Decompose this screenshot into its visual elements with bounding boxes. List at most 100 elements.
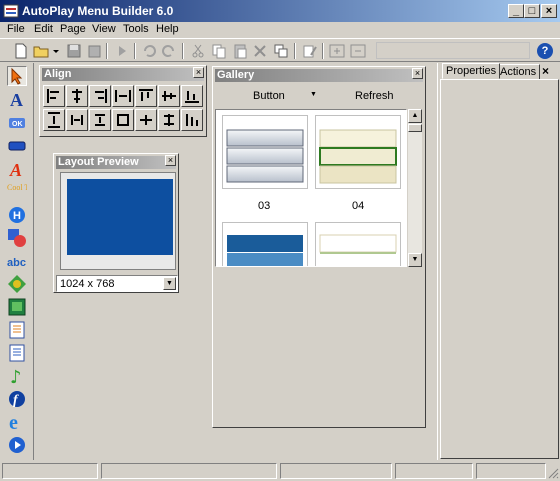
- title-bar: AutoPlay Menu Builder 6.0 _ □ ×: [0, 0, 560, 22]
- scroll-thumb[interactable]: [408, 124, 422, 132]
- align-top-icon[interactable]: [135, 85, 157, 107]
- list-icon[interactable]: [7, 343, 27, 363]
- pointer-arrow-icon[interactable]: [7, 66, 27, 86]
- align-panel: Align ×: [39, 65, 207, 137]
- help-icon[interactable]: ?: [537, 43, 553, 59]
- save-all-icon[interactable]: [86, 43, 102, 59]
- abc-text-icon[interactable]: abc: [7, 251, 27, 271]
- scroll-up-icon[interactable]: ▲: [408, 109, 422, 123]
- gallery-item-label: 03: [258, 200, 271, 212]
- align-center-horizontal-icon[interactable]: [66, 85, 88, 107]
- status-bar: [0, 461, 560, 481]
- flash-icon[interactable]: f: [7, 389, 27, 409]
- close-icon[interactable]: ×: [542, 64, 549, 78]
- undo-icon[interactable]: [141, 43, 157, 59]
- media-player-icon[interactable]: [7, 435, 27, 455]
- menu-tools[interactable]: Tools: [123, 23, 149, 35]
- svg-text:abc: abc: [7, 257, 26, 269]
- panel-title: Align: [42, 68, 204, 81]
- close-icon[interactable]: ×: [193, 67, 204, 78]
- gallery-scrollbar[interactable]: ▲ ▼: [408, 109, 422, 267]
- image-icon[interactable]: [7, 297, 27, 317]
- ok-button-icon[interactable]: OK: [7, 113, 27, 133]
- add-page-icon[interactable]: [329, 43, 345, 59]
- delete-icon[interactable]: [252, 43, 268, 59]
- resolution-select[interactable]: 1024 x 768 ▼: [56, 275, 178, 292]
- globe-icon[interactable]: [7, 274, 27, 294]
- document-icon[interactable]: [7, 320, 27, 340]
- same-height-icon[interactable]: [89, 109, 111, 131]
- copy-icon[interactable]: [211, 43, 227, 59]
- close-button[interactable]: ×: [541, 4, 557, 18]
- music-note-icon[interactable]: ♪: [7, 366, 27, 388]
- scroll-down-icon[interactable]: ▼: [408, 253, 422, 267]
- close-icon[interactable]: ×: [412, 68, 423, 79]
- layout-preview-panel: Layout Preview × 1024 x 768 ▼: [53, 153, 179, 293]
- svg-text:A: A: [10, 90, 23, 109]
- menu-help[interactable]: Help: [156, 23, 179, 35]
- same-width-icon[interactable]: [66, 109, 88, 131]
- align-left-icon[interactable]: [43, 85, 65, 107]
- new-file-icon[interactable]: [13, 43, 29, 59]
- stack-objects-icon[interactable]: [181, 109, 203, 131]
- preview-run-icon[interactable]: [114, 43, 130, 59]
- align-bottom-icon[interactable]: [181, 85, 203, 107]
- toolbar-page-field[interactable]: [376, 42, 530, 59]
- blue-bar-icon[interactable]: [7, 136, 27, 156]
- gallery-item[interactable]: [315, 115, 401, 189]
- resize-grip-icon[interactable]: [547, 467, 559, 479]
- open-folder-icon[interactable]: [33, 43, 49, 59]
- redo-icon[interactable]: [161, 43, 177, 59]
- styled-text-icon[interactable]: A: [7, 159, 27, 180]
- cut-icon[interactable]: [190, 43, 206, 59]
- align-right-icon[interactable]: [89, 85, 111, 107]
- panel-title: Gallery: [215, 69, 423, 82]
- chevron-down-icon[interactable]: ▼: [163, 277, 176, 290]
- menu-edit[interactable]: Edit: [34, 23, 53, 35]
- toolbar-separator: [322, 43, 324, 59]
- center-page-horizontal-icon[interactable]: [135, 109, 157, 131]
- chevron-down-icon[interactable]: ▼: [310, 91, 317, 98]
- menu-file[interactable]: File: [7, 23, 25, 35]
- svg-text:A: A: [9, 160, 22, 179]
- tab-properties[interactable]: Properties: [442, 63, 501, 79]
- menu-page[interactable]: Page: [60, 23, 86, 35]
- gallery-item[interactable]: [222, 115, 308, 189]
- save-icon[interactable]: [66, 43, 82, 59]
- center-page-vertical-icon[interactable]: [158, 109, 180, 131]
- align-middle-icon[interactable]: [158, 85, 180, 107]
- space-evenly-vertical-icon[interactable]: [43, 109, 65, 131]
- shapes-icon[interactable]: [7, 228, 27, 248]
- edit-properties-icon[interactable]: [302, 43, 318, 59]
- minimize-button[interactable]: _: [508, 4, 524, 18]
- hotspot-icon[interactable]: H: [7, 205, 27, 225]
- status-field: [2, 463, 98, 479]
- toolbar-separator: [294, 43, 296, 59]
- close-icon[interactable]: ×: [165, 155, 176, 166]
- status-field: [101, 463, 277, 479]
- svg-text:OK: OK: [12, 121, 23, 128]
- text-icon[interactable]: A: [7, 89, 27, 110]
- maximize-button[interactable]: □: [524, 4, 540, 18]
- gallery-item[interactable]: [222, 222, 308, 266]
- tab-actions[interactable]: Actions: [496, 64, 541, 80]
- button-type-dropdown[interactable]: Button: [253, 90, 285, 102]
- duplicate-icon[interactable]: [273, 43, 289, 59]
- gallery-header: Button ▼ Refresh: [215, 83, 423, 107]
- gallery-item-label: 04: [352, 200, 365, 212]
- same-size-icon[interactable]: [112, 109, 134, 131]
- menu-view[interactable]: View: [92, 23, 116, 35]
- gallery-view: 03 04: [215, 109, 407, 267]
- refresh-button[interactable]: Refresh: [355, 90, 394, 102]
- app-window: AutoPlay Menu Builder 6.0 _ □ × File Edi…: [0, 0, 560, 481]
- gallery-item[interactable]: [315, 222, 401, 266]
- cool-text-icon[interactable]: Cool Text: [7, 181, 39, 203]
- remove-page-icon[interactable]: [350, 43, 366, 59]
- paste-icon[interactable]: [232, 43, 248, 59]
- ie-icon[interactable]: e: [7, 412, 27, 434]
- space-evenly-horizontal-icon[interactable]: [112, 85, 134, 107]
- status-field: [280, 463, 392, 479]
- open-dropdown-icon[interactable]: [51, 43, 61, 59]
- properties-content: [440, 79, 559, 459]
- window-title: AutoPlay Menu Builder 6.0: [22, 4, 174, 18]
